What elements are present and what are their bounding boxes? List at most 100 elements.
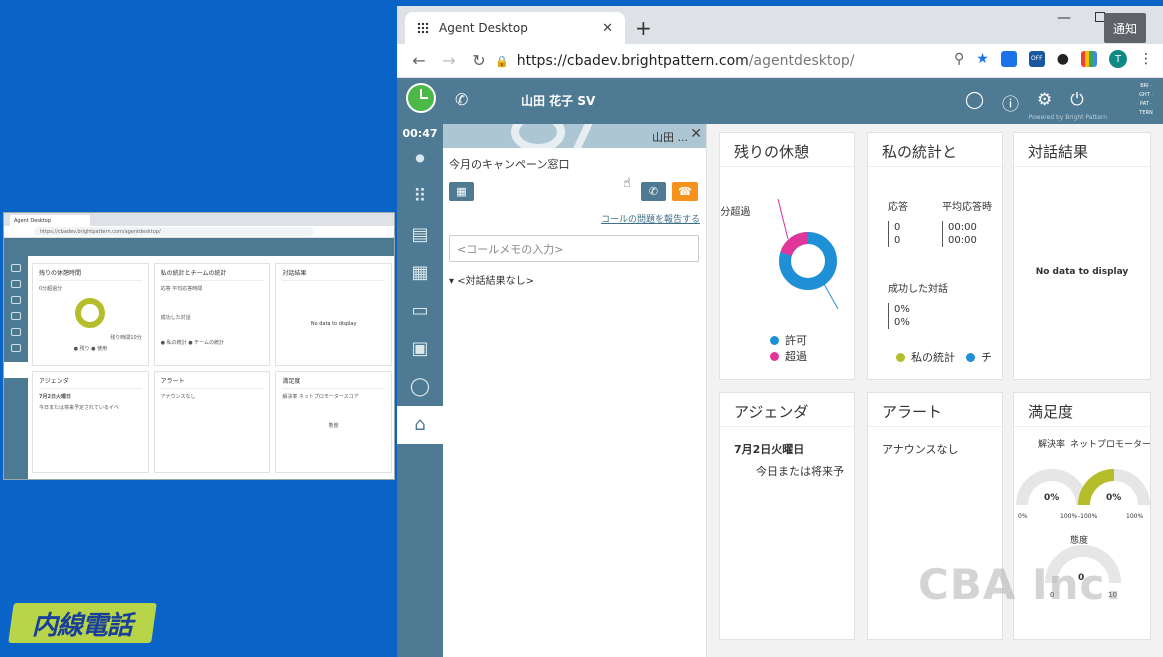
dialpad-icon[interactable]: ⠿ xyxy=(397,178,443,216)
calendar-icon[interactable]: ▦ xyxy=(397,254,443,292)
mini-card-line: 0分超過分 xyxy=(39,286,63,292)
mini-chat-icon[interactable] xyxy=(11,344,21,352)
extension-phone-logo: 内線電話 xyxy=(8,603,157,643)
chat-icon[interactable]: ◯ xyxy=(397,368,443,406)
panel-header-decoration xyxy=(511,124,565,148)
alerts-text: アナウンスなし xyxy=(882,443,959,456)
gauge-attitude-label: 態度 xyxy=(1070,536,1089,546)
panel-header-title: 山田 ... xyxy=(652,131,688,144)
widget-title: アジェンダ xyxy=(720,393,854,427)
forward-icon[interactable]: → xyxy=(441,51,457,70)
panel-header-decoration xyxy=(568,124,596,148)
gauge-nps-max: 100% xyxy=(1126,513,1144,520)
mini-card-legend: ● 私の統計 ● チームの統計 xyxy=(160,340,225,346)
contact-card-icon[interactable]: ▣ xyxy=(397,330,443,368)
help-icon[interactable]: ⓘ xyxy=(1002,90,1019,115)
extension-colorful-icon[interactable] xyxy=(1081,51,1097,67)
back-icon[interactable]: ← xyxy=(411,51,427,70)
search-icon[interactable]: ◯ xyxy=(965,90,984,115)
gear-icon[interactable]: ⚙ xyxy=(1037,90,1052,115)
kebab-menu-icon[interactable]: ⋮ xyxy=(1139,51,1153,67)
power-icon[interactable]: ⏻ xyxy=(1070,90,1083,115)
secondary-browser-window[interactable]: Agent Desktop https://cbadev.brightpatte… xyxy=(3,212,395,480)
close-tab-icon[interactable]: ✕ xyxy=(602,21,613,36)
report-call-issue-link[interactable]: コールの問題を報告する xyxy=(443,212,700,225)
transfer-button[interactable]: ✆ xyxy=(641,182,666,201)
widget-breaks: 残りの休憩 2分超過 許可 超過 xyxy=(719,132,855,380)
extension-ghost-icon[interactable]: ● xyxy=(1057,51,1069,67)
legend-dot xyxy=(896,352,905,362)
notification-badge[interactable]: 通知 xyxy=(1104,13,1146,43)
mini-card-line: 成功した対話 xyxy=(160,315,191,321)
phone-icon[interactable]: ✆ xyxy=(455,90,468,109)
gauge-nps-min: -100% xyxy=(1078,513,1098,520)
url-path: /agentdesktop/ xyxy=(748,53,855,69)
mini-card-results: 対話結果 No data to display xyxy=(275,263,392,366)
widget-body: 7月2日火曜日 今日または将来予 xyxy=(720,427,854,639)
mini-donut-chart xyxy=(75,298,106,328)
browser-title-bar: Agent Desktop ✕ + — 通知 xyxy=(397,6,1163,44)
new-tab-button[interactable]: + xyxy=(635,16,652,40)
donut-overtime-arc xyxy=(780,231,809,257)
reload-icon[interactable]: ↻ xyxy=(471,51,487,70)
mini-document-icon[interactable] xyxy=(11,296,21,304)
header-icons: ◯ ⓘ ⚙ ⏻ xyxy=(965,90,1084,115)
panel-header: 山田 ... ✕ xyxy=(443,124,706,148)
toggle-icon[interactable]: ⏺ xyxy=(397,140,443,178)
legend-dot xyxy=(770,351,779,361)
mini-card-stats: 私の統計とチームの統計 応答 平均応答時間 成功した対話 ● 私の統計 ● チー… xyxy=(153,263,271,366)
mini-card-title: アラート xyxy=(160,376,264,389)
stat-bar xyxy=(888,221,889,247)
widget-results: 対話結果 No data to display xyxy=(1013,132,1151,380)
address-bar[interactable]: 🔒 https://cbadev.brightpattern.com/agent… xyxy=(495,48,963,74)
gauge-label-nps: ネットプロモータースコ xyxy=(1070,440,1151,450)
mini-dialpad-icon[interactable] xyxy=(11,280,21,288)
extension-blue-icon[interactable] xyxy=(1000,51,1017,67)
url-host: https://cbadev.brightpattern.com xyxy=(516,53,749,69)
mini-toggle-icon[interactable] xyxy=(11,264,21,272)
mini-address-bar[interactable]: https://cbadev.brightpattern.com/agentde… xyxy=(4,226,394,238)
mini-home-icon[interactable] xyxy=(4,362,28,378)
browser-tab[interactable]: Agent Desktop ✕ xyxy=(405,12,625,44)
avg-answer-label: 平均応答時 xyxy=(942,202,992,213)
stat-bar xyxy=(942,221,943,247)
call-memo-input[interactable]: <コールメモの入力> xyxy=(449,235,699,262)
legend-item-overtime: 超過 xyxy=(770,348,807,364)
widget-body: 応答 平均応答時 0 0 00:00 00:00 成功した対話 0% 0% 私の… xyxy=(868,167,1002,379)
legend-dot xyxy=(770,335,779,345)
hangup-button[interactable]: ☎ xyxy=(672,182,698,201)
clock-icon[interactable] xyxy=(406,83,436,113)
mini-calendar-icon[interactable] xyxy=(11,312,21,320)
widget-title: アラート xyxy=(868,393,1002,427)
widget-stats: 私の統計と 応答 平均応答時 0 0 00:00 00:00 成功した対話 0%… xyxy=(867,132,1003,380)
schedule-button[interactable]: ▦ xyxy=(449,182,474,201)
home-icon[interactable]: ⌂ xyxy=(397,406,443,444)
document-icon[interactable]: ▤ xyxy=(397,216,443,254)
powered-by: Powered by Bright Pattern xyxy=(1028,114,1107,121)
close-panel-icon[interactable]: ✕ xyxy=(690,126,702,142)
app-header: ✆ 山田 花子 SV ◯ ⓘ ⚙ ⏻ BRI · GHT · PAT · TER… xyxy=(397,78,1163,124)
mini-tab[interactable]: Agent Desktop xyxy=(10,215,90,226)
widget-title: 私の統計と xyxy=(868,133,1002,167)
mini-inbox-icon[interactable] xyxy=(11,328,21,336)
logo-text: 内線電話 xyxy=(32,610,133,641)
legend-label: 私の統計 xyxy=(911,351,955,364)
toolbar-icons: ⚲ ★ OFF ● T ⋮ xyxy=(954,50,1153,68)
no-data-message: No data to display xyxy=(1035,267,1129,277)
disposition-select[interactable]: ▾ <対話結果なし> xyxy=(449,272,706,287)
minimize-icon[interactable]: — xyxy=(1057,10,1071,26)
inbox-icon[interactable]: ▭ xyxy=(397,292,443,330)
legend-label: チ xyxy=(981,351,992,364)
gauge-resolution-min: 0% xyxy=(1018,513,1028,520)
profile-avatar[interactable]: T xyxy=(1109,50,1127,68)
mini-url: https://cbadev.brightpattern.com/agentde… xyxy=(34,227,314,236)
mini-card-line: 解決率 ネットプロモータースコア xyxy=(282,393,359,400)
mini-card-alerts: アラート アナウンスなし xyxy=(153,370,271,473)
sidebar: 00:47 ⏺ ⠿ ▤ ▦ ▭ ▣ ◯ ⌂ xyxy=(397,124,443,657)
bookmark-star-icon[interactable]: ★ xyxy=(976,51,989,67)
extension-off-icon[interactable]: OFF xyxy=(1028,51,1045,67)
agent-name[interactable]: 山田 花子 SV xyxy=(521,92,595,109)
mini-card-line: 残り時間10分 xyxy=(110,335,142,341)
mini-tab-bar: Agent Desktop xyxy=(4,213,394,226)
zoom-icon[interactable]: ⚲ xyxy=(954,51,964,67)
